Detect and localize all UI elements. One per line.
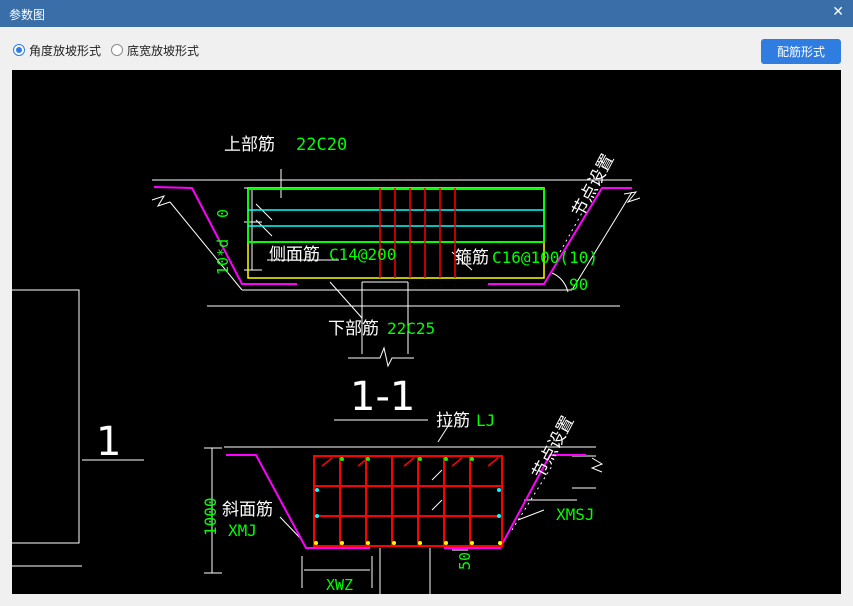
close-icon[interactable]: ✕ (832, 4, 844, 20)
cad-drawing: 上部筋 22C20 0 10*d 侧面筋 C14@200 箍筋 C16@100(… (12, 135, 641, 594)
lower-node-setting-label: 节点设置 (529, 413, 579, 482)
radio-width-slope[interactable]: 底宽放坡形式 (111, 42, 199, 58)
top-bar-label: 上部筋 (224, 135, 275, 155)
drawing-canvas: 上部筋 22C20 0 10*d 侧面筋 C14@200 箍筋 C16@100(… (12, 70, 841, 594)
dim-top-label: 0 (214, 209, 232, 218)
title-bar: 参数图 ✕ (0, 0, 853, 27)
lower-section: 拉筋 LJ 节点设置 斜面筋 XMJ XMSJ 1000 50 XWZ (201, 411, 604, 594)
slope-bar-label: 斜面筋 (222, 500, 273, 520)
left-section-marker: 1 (96, 419, 121, 465)
radio-unchecked-icon (111, 44, 123, 56)
tie-bar-value: LJ (476, 411, 495, 430)
tie-bar-label: 拉筋 (436, 411, 470, 431)
section-title: 1-1 (350, 374, 415, 420)
stirrup-label: 箍筋 (455, 248, 489, 268)
side-bar-label: 侧面筋 (269, 245, 320, 265)
side-bar-value: C14@200 (329, 245, 396, 264)
bottom-bar-value: 22C25 (387, 319, 435, 338)
top-bar-value: 22C20 (296, 135, 347, 155)
height-dim-label: 1000 (201, 497, 220, 536)
window-title: 参数图 (9, 8, 46, 22)
toolbar: 角度放坡形式 底宽放坡形式 配筋形式 (0, 27, 853, 69)
radio-checked-icon (13, 44, 25, 56)
xwz-label: XWZ (326, 576, 353, 594)
slope-bar-value: XMJ (228, 521, 257, 540)
upper-section: 上部筋 22C20 0 10*d 侧面筋 C14@200 箍筋 C16@100(… (151, 135, 641, 368)
radio-angle-slope[interactable]: 角度放坡形式 (13, 42, 101, 58)
rebar-config-button[interactable]: 配筋形式 (761, 39, 841, 64)
xmsj-label: XMSJ (556, 505, 595, 524)
upper-node-setting-label: 节点设置 (569, 151, 619, 220)
stirrup-value: C16@100(10) (492, 248, 598, 267)
radio-angle-slope-label: 角度放坡形式 (29, 43, 102, 58)
bottom-bar-label: 下部筋 (328, 319, 379, 339)
dim-50-label: 50 (456, 552, 474, 570)
dim-side-label: 10*d (214, 239, 232, 275)
radio-width-slope-label: 底宽放坡形式 (127, 43, 200, 58)
angle-label: 90 (569, 275, 588, 294)
